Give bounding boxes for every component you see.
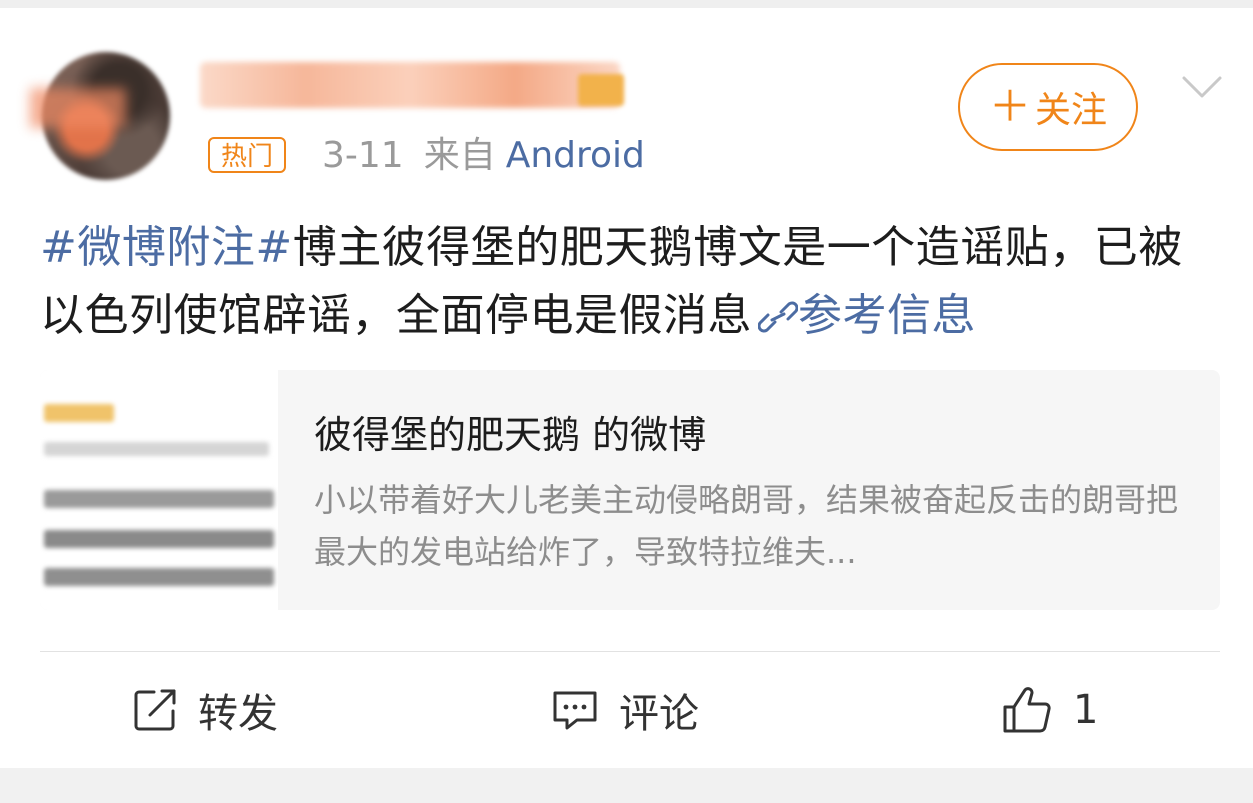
- quoted-post-thumbnail: [40, 370, 278, 610]
- comment-label: 评论: [619, 691, 699, 737]
- divider: [40, 651, 1220, 652]
- link-icon: [758, 301, 798, 333]
- comment-icon: [553, 691, 597, 730]
- avatar-blur-overlay: [30, 88, 126, 128]
- follow-label: 关注: [1035, 90, 1108, 131]
- thumbs-up-icon: [1003, 687, 1051, 733]
- thumbnail-blur-line: [44, 530, 274, 548]
- source-device[interactable]: Android: [506, 135, 645, 176]
- username-blurred[interactable]: [200, 62, 620, 108]
- share-icon: [134, 689, 176, 731]
- thumbnail-blur-line: [44, 568, 274, 586]
- repost-button[interactable]: 转发: [132, 682, 278, 738]
- quoted-post-body: 小以带着好大儿老美主动侵略朗哥，结果被奋起反击的朗哥把最大的发电站给炸了，导致特…: [314, 481, 1179, 571]
- like-button[interactable]: 1: [1001, 682, 1098, 738]
- source-prefix: 来自: [423, 135, 496, 176]
- follow-button[interactable]: ＋ 关注: [958, 63, 1138, 151]
- chevron-down-icon[interactable]: [1180, 70, 1224, 102]
- thumbnail-blur-line: [44, 442, 269, 456]
- reference-link-label: 参考信息: [798, 290, 976, 341]
- like-count: 1: [1073, 687, 1099, 733]
- post-date: 3-11: [322, 135, 404, 176]
- post-meta: 3-11 来自 Android: [322, 134, 645, 178]
- hot-tag: 热门: [208, 137, 287, 173]
- thumbnail-blur-line: [44, 404, 114, 422]
- quoted-post-title[interactable]: 彼得堡的肥天鹅 的微博: [314, 410, 706, 460]
- post-text: #微博附注#博主彼得堡的肥天鹅博文是一个造谣贴，已被以色列使馆辟谣，全面停电是假…: [40, 214, 1220, 350]
- plus-icon: ＋: [988, 82, 1031, 131]
- topic-link[interactable]: #微博附注#: [40, 222, 293, 273]
- user-level-badge: [578, 74, 624, 106]
- thumbnail-blur-line: [44, 490, 274, 508]
- comment-button[interactable]: 评论: [551, 682, 699, 738]
- repost-label: 转发: [198, 691, 278, 737]
- feed-separator: [0, 768, 1253, 803]
- reference-link[interactable]: 参考信息: [752, 290, 976, 341]
